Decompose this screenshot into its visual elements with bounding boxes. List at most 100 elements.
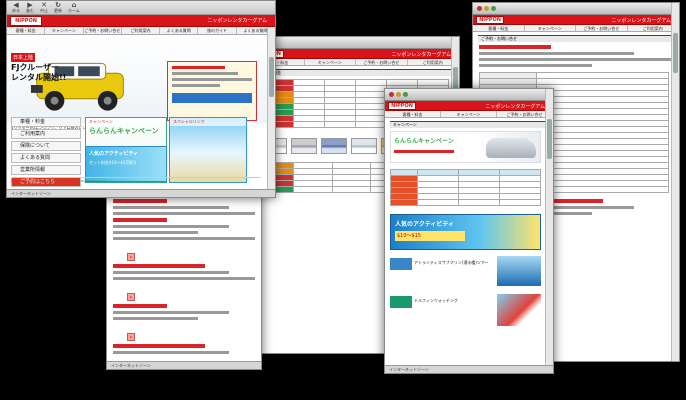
section-title: ご予約・お問い合せ (478, 35, 674, 42)
tour-title: アトランティスサブマリン(潜水艦)ツアー (414, 260, 489, 265)
brand-logo[interactable]: NIPPON (476, 16, 504, 24)
section-title: 車種・料金 (258, 69, 454, 76)
menu-item-insurance[interactable]: 保険について (11, 141, 81, 151)
section-title: キャンペーン (390, 121, 548, 128)
window-titlebar[interactable] (385, 89, 553, 101)
price-badge: $ (127, 253, 135, 261)
page-footer: Copyright 2009 NIPPON RENT-A-CAR Guam Al… (11, 177, 261, 183)
menu-item-offices[interactable]: 営業所情報 (11, 165, 81, 175)
nav-item-guide[interactable]: ご利用案内 (122, 27, 161, 34)
site-header: NIPPON ニッポンレンタカーグアム (385, 101, 553, 111)
site-title: ニッポンレンタカーグアム (611, 18, 671, 24)
tour-photo (497, 256, 541, 286)
tour-logo (390, 258, 412, 270)
activity-banner-text: 人気のアクティビティ (395, 221, 454, 228)
doc-heading (113, 264, 206, 268)
campaign-box[interactable]: キャンペーン らんらんキャンペーン 人気のアクティビティ セット料金$10～$1… (85, 117, 167, 183)
hero-side-panel[interactable] (167, 61, 257, 121)
campaign-table (390, 169, 541, 206)
nav-item[interactable]: ご予約・お問い合せ (356, 59, 408, 65)
tour-item[interactable]: アトランティスサブマリン(潜水艦)ツアー (390, 256, 541, 290)
text-line (113, 311, 229, 314)
tour-item[interactable]: ドルフィンウォッチング (390, 294, 541, 330)
campaign-title: らんらんキャンペーン (89, 127, 159, 135)
activity-banner-price: セット料金$10～$15割引 (89, 160, 137, 165)
refresh-icon[interactable]: ↻ 更新 (54, 2, 62, 13)
text-line (172, 84, 221, 87)
text-line (113, 206, 229, 209)
scrollbar[interactable] (545, 89, 553, 373)
hero-title: FJクルーザー レンタル開始!! (11, 63, 67, 82)
nav-item[interactable]: キャンペーン (525, 25, 576, 31)
status-bar: インターネットゾーン (107, 361, 261, 369)
text-line (113, 212, 255, 215)
nav-item-faq[interactable]: よくある質問 (160, 27, 199, 34)
browser-window-insurance: $ $ $ $ インターネットゾーン (106, 190, 262, 370)
activity-banner[interactable]: 人気のアクティビティ $10～$15 (390, 214, 541, 250)
nav-item-rates[interactable]: 客種・料金 (7, 27, 46, 34)
doc-heading (113, 344, 206, 348)
menu-item-guide[interactable]: ご利用案内 (11, 129, 81, 139)
stop-icon[interactable]: ✕ 中止 (40, 2, 48, 13)
site-title: ニッポンレンタカーグアム (485, 104, 545, 110)
forward-arrow-icon[interactable]: ▶ 進む (26, 2, 34, 13)
site-header: NIPPON ニッポンレンタカーグアム (473, 15, 679, 25)
window-titlebar[interactable] (473, 3, 679, 15)
doc-heading (113, 199, 167, 203)
nav-item[interactable]: ご予約・お問い合せ (576, 25, 628, 31)
back-arrow-icon[interactable]: ◀ 戻る (12, 2, 20, 13)
screenshot-collage: NIPPON ニッポンレンタカーグアム 客種・料金 キャンペーン ご予約・お問い… (0, 0, 686, 400)
text-line (479, 52, 634, 55)
brand-logo[interactable]: NIPPON (388, 102, 416, 110)
site-title: ニッポンレンタカーグアム (207, 18, 267, 24)
text-line (113, 237, 255, 240)
special-links[interactable]: スペシャルリンク (169, 117, 247, 183)
text-line (113, 351, 229, 354)
nav-item[interactable]: キャンペーン (441, 111, 497, 117)
doc-heading (113, 218, 167, 222)
car-image (486, 138, 536, 158)
car-thumbnail[interactable] (291, 138, 317, 154)
nav-item[interactable]: 客種・料金 (473, 25, 525, 31)
form-field[interactable] (535, 186, 670, 193)
menu-item-faq[interactable]: よくある質問 (11, 153, 81, 163)
car-thumbnail[interactable] (321, 138, 347, 154)
campaign-title: らんらんキャンペーン (394, 138, 454, 145)
panel-heading (172, 66, 225, 69)
menu-item-rates[interactable]: 車種・料金 (11, 117, 81, 127)
nav-item-reservation[interactable]: ご予約・お問い合せ (84, 27, 122, 34)
home-icon[interactable]: ⌂ ホーム (68, 2, 80, 13)
text-line (113, 277, 255, 280)
text-line (172, 72, 238, 75)
text-line (172, 78, 252, 81)
nav-item-travel-guide[interactable]: 旅のガイド (198, 27, 237, 34)
campaign-banner[interactable]: らんらんキャンペーン (390, 131, 541, 163)
browser-toolbar: ◀ 戻る ▶ 進む ✕ 中止 ↻ 更新 ⌂ ホーム (7, 1, 275, 15)
window-titlebar[interactable] (253, 37, 459, 49)
price-badge: $ (127, 333, 135, 341)
text-line (113, 271, 229, 274)
special-label: スペシャルリンク (170, 118, 246, 126)
text-line (113, 317, 198, 320)
text-line (479, 58, 673, 61)
activity-price: $10～$15 (395, 231, 465, 241)
nav-item-campaign[interactable]: キャンペーン (45, 27, 84, 34)
doc-heading (113, 304, 167, 308)
price-badge: $ (127, 293, 135, 301)
browser-window-home: ◀ 戻る ▶ 進む ✕ 中止 ↻ 更新 ⌂ ホーム NIPPON ニッポンレンタカーグアム… (6, 0, 276, 198)
hero-tag: 日本上陸 (11, 53, 36, 62)
tour-title: ドルフィンウォッチング (414, 298, 458, 303)
browser-window-campaign: NIPPON ニッポンレンタカーグアム 客種・料金 キャンペーン ご予約・お問い… (384, 88, 554, 374)
status-bar: インターネットゾーン (7, 189, 275, 197)
car-thumbnail[interactable] (351, 138, 377, 154)
main-nav: 客種・料金 キャンペーン ご予約・お問い合せ ご利用案内 (473, 25, 679, 32)
scrollbar[interactable] (671, 3, 679, 361)
main-nav: 客種・料金 キャンペーン ご予約・お問い合せ ご利用案内 よくある質問 旅のガイ… (7, 27, 275, 35)
panel-banner[interactable] (172, 93, 252, 103)
nav-item[interactable]: 客種・料金 (385, 111, 441, 117)
brand-logo[interactable]: NIPPON (10, 16, 42, 26)
scrollbar[interactable] (267, 27, 275, 189)
nav-item[interactable]: キャンペーン (305, 59, 356, 65)
hero-banner[interactable]: 日本上陸 FJクルーザー レンタル開始!! (7, 35, 267, 123)
site-header: NIPPON ニッポンレンタカーグアム (253, 49, 459, 59)
